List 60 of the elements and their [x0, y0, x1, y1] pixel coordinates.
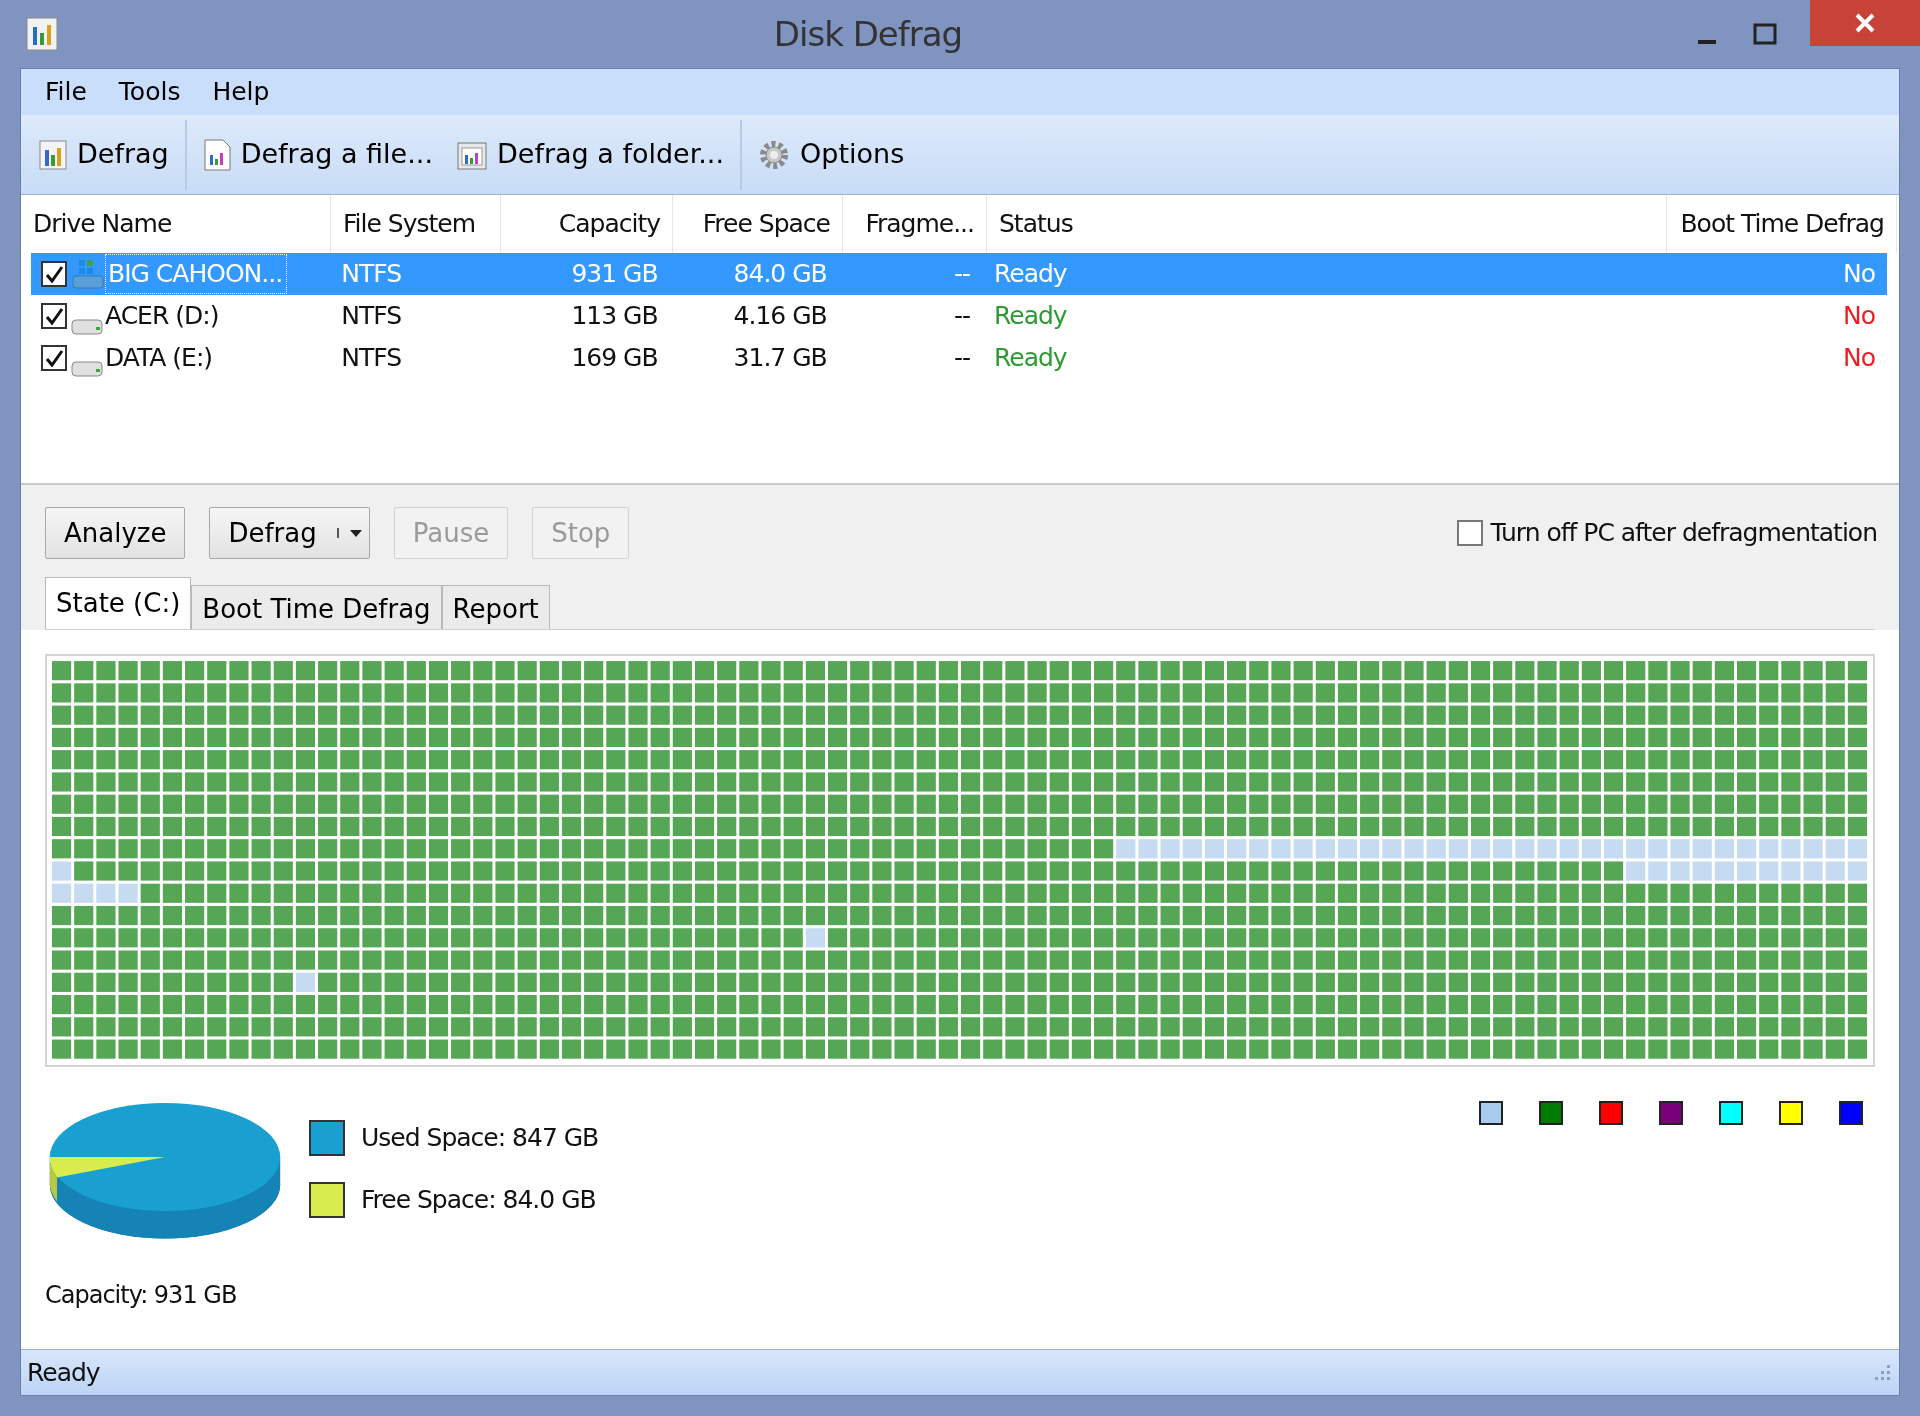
capacity-cell: 169 GB	[571, 343, 658, 373]
drive-name: DATA (E:)	[104, 342, 214, 375]
free-space-cell: 31.7 GB	[733, 343, 827, 373]
fragmentation-cell: --	[954, 343, 971, 373]
legend-label: Free Space: 84.0 GB	[361, 1183, 596, 1216]
toolbar-button[interactable]: Defrag	[27, 128, 181, 181]
action-button[interactable]: Defrag	[209, 507, 370, 559]
file-system-cell: NTFS	[341, 343, 402, 373]
status-cell: Ready	[994, 343, 1067, 373]
drive-icon	[71, 360, 103, 377]
file-system-cell: NTFS	[341, 259, 402, 289]
menu-item[interactable]: File	[29, 73, 103, 111]
tab[interactable]: Boot Time Defrag	[191, 585, 442, 629]
fragmentation-cell: --	[954, 259, 971, 289]
boot-time-cell: No	[1843, 259, 1875, 289]
file-system-cell: NTFS	[341, 301, 402, 331]
menu-item[interactable]: Tools	[102, 73, 197, 111]
drive-row[interactable]: ACER (D:) NTFS 113 GB 4.16 GB -- Ready No	[31, 295, 1887, 337]
status-cell: Ready	[994, 301, 1067, 331]
fragmentation-cell: --	[954, 301, 971, 331]
drive-icon	[71, 318, 103, 335]
folder-chart-icon	[457, 139, 487, 170]
checkbox[interactable]	[41, 345, 67, 371]
app-icon	[26, 17, 58, 51]
free-space-cell: 4.16 GB	[733, 301, 827, 331]
tab[interactable]: Report	[441, 585, 550, 629]
close-icon	[1854, 12, 1876, 34]
checkbox[interactable]	[41, 261, 67, 287]
free-space-cell: 84.0 GB	[733, 259, 827, 289]
boot-time-cell: No	[1843, 343, 1875, 373]
chart-icon	[39, 139, 67, 170]
drive-name: BIG CAHOON...	[105, 254, 288, 294]
drive-row[interactable]: DATA (E:) NTFS 169 GB 31.7 GB -- Ready No	[31, 337, 1887, 379]
status-cell: Ready	[994, 259, 1067, 289]
drive-icon	[71, 258, 105, 290]
file-chart-icon	[202, 138, 231, 171]
settings-icon	[758, 138, 791, 171]
toolbar-button[interactable]: Options	[746, 128, 917, 181]
capacity-cell: 113 GB	[571, 301, 658, 331]
boot-time-cell: No	[1843, 301, 1875, 331]
checkmark-icon	[44, 306, 64, 326]
capacity-label: Capacity: 931 GB	[45, 1279, 238, 1311]
status-text: Ready	[27, 1356, 100, 1389]
legend-label: Used Space: 847 GB	[361, 1122, 599, 1155]
tab[interactable]: State (C:)	[45, 577, 192, 629]
minimize-icon	[1698, 40, 1716, 44]
toolbar-button[interactable]: Defrag a file...	[190, 128, 445, 181]
window-title: Disk Defrag	[772, 12, 964, 56]
maximize-icon	[1753, 23, 1777, 45]
checkbox[interactable]	[41, 303, 67, 329]
toolbar-button[interactable]: Defrag a folder...	[445, 128, 737, 181]
caret-icon	[348, 528, 363, 538]
action-button[interactable]: Analyze	[45, 507, 186, 559]
checkmark-icon	[44, 348, 64, 368]
drive-name: ACER (D:)	[104, 300, 220, 333]
checkmark-icon	[44, 264, 64, 284]
menu-item[interactable]: Help	[196, 73, 286, 111]
turn-off-checkbox[interactable]: Turn off PC after defragmentation	[1456, 514, 1877, 552]
capacity-cell: 931 GB	[571, 259, 658, 289]
close-button[interactable]	[1810, 0, 1920, 46]
